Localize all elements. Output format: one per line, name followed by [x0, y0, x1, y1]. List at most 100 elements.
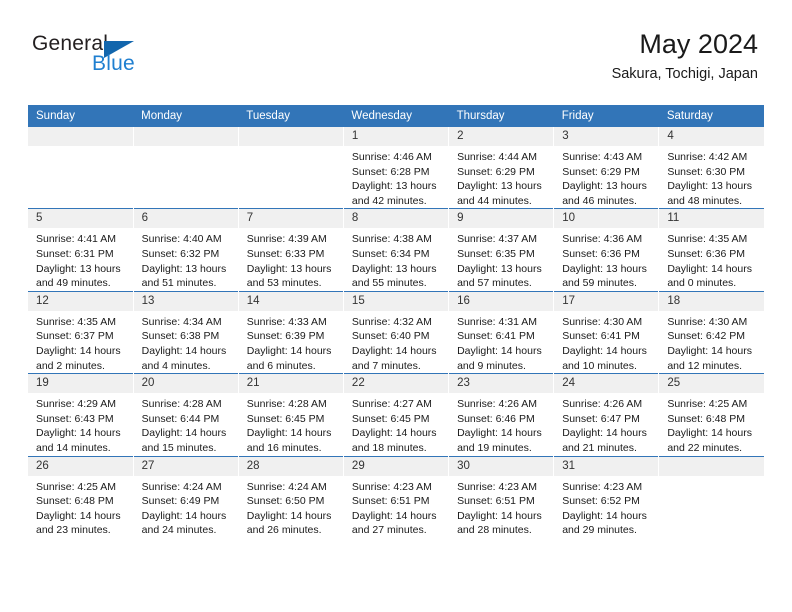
day-number: 10 — [554, 209, 659, 229]
day-cell[interactable]: 22 Sunrise: 4:27 AM Sunset: 6:45 PM Dayl… — [343, 373, 450, 456]
day-cell[interactable]: 14 Sunrise: 4:33 AM Sunset: 6:39 PM Dayl… — [238, 290, 344, 374]
day-number: 2 — [449, 127, 554, 146]
day-details: Sunrise: 4:23 AM Sunset: 6:51 PM Dayligh… — [351, 480, 437, 537]
day-cell[interactable]: 17 Sunrise: 4:30 AM Sunset: 6:41 PM Dayl… — [553, 290, 660, 374]
generalblue-logo: General Blue — [30, 32, 210, 88]
day-number — [133, 127, 238, 146]
day-details: Sunrise: 4:34 AM Sunset: 6:38 PM Dayligh… — [141, 315, 227, 372]
day-details: Sunrise: 4:32 AM Sunset: 6:40 PM Dayligh… — [351, 315, 437, 372]
day-details: Sunrise: 4:43 AM Sunset: 6:29 PM Dayligh… — [562, 151, 647, 207]
day-cell[interactable] — [658, 455, 764, 538]
day-cell[interactable]: 23 Sunrise: 4:26 AM Sunset: 6:46 PM Dayl… — [448, 373, 555, 456]
weekday-header-thursday: Thursday — [448, 105, 554, 127]
day-details — [134, 146, 238, 150]
day-details: Sunrise: 4:24 AM Sunset: 6:50 PM Dayligh… — [246, 480, 332, 537]
day-details: Sunrise: 4:23 AM Sunset: 6:51 PM Dayligh… — [457, 480, 542, 537]
day-details: Sunrise: 4:28 AM Sunset: 6:44 PM Dayligh… — [141, 398, 227, 454]
day-details: Sunrise: 4:39 AM Sunset: 6:33 PM Dayligh… — [246, 233, 332, 290]
day-number: 30 — [449, 456, 554, 476]
day-cell[interactable]: 6 Sunrise: 4:40 AM Sunset: 6:32 PM Dayli… — [133, 208, 239, 292]
day-cell[interactable]: 1 Sunrise: 4:46 AM Sunset: 6:28 PM Dayli… — [343, 127, 450, 209]
day-number: 25 — [659, 374, 764, 394]
day-cell[interactable]: 28 Sunrise: 4:24 AM Sunset: 6:50 PM Dayl… — [238, 455, 344, 538]
day-details: Sunrise: 4:25 AM Sunset: 6:48 PM Dayligh… — [36, 480, 121, 537]
day-details: Sunrise: 4:38 AM Sunset: 6:34 PM Dayligh… — [351, 233, 437, 290]
day-cell[interactable]: 26 Sunrise: 4:25 AM Sunset: 6:48 PM Dayl… — [28, 455, 134, 538]
day-cell[interactable]: 13 Sunrise: 4:34 AM Sunset: 6:38 PM Dayl… — [133, 290, 239, 374]
day-number: 31 — [554, 456, 659, 476]
day-number: 17 — [554, 291, 659, 311]
day-number: 13 — [133, 291, 238, 311]
day-number: 18 — [659, 291, 764, 311]
day-cell[interactable]: 20 Sunrise: 4:28 AM Sunset: 6:44 PM Dayl… — [133, 373, 239, 456]
day-number: 20 — [133, 374, 238, 394]
page-subtitle: Sakura, Tochigi, Japan — [611, 66, 758, 82]
day-details: Sunrise: 4:35 AM Sunset: 6:37 PM Dayligh… — [36, 315, 121, 372]
day-cell[interactable]: 31 Sunrise: 4:23 AM Sunset: 6:52 PM Dayl… — [553, 455, 660, 538]
day-number: 16 — [449, 291, 554, 311]
day-cell[interactable]: 19 Sunrise: 4:29 AM Sunset: 6:43 PM Dayl… — [28, 373, 134, 456]
day-cell[interactable]: 10 Sunrise: 4:36 AM Sunset: 6:36 PM Dayl… — [553, 208, 660, 292]
day-number: 27 — [133, 456, 238, 476]
day-cell[interactable]: 18 Sunrise: 4:30 AM Sunset: 6:42 PM Dayl… — [658, 290, 764, 374]
day-cell[interactable] — [133, 127, 239, 209]
page-title: May 2024 — [639, 29, 758, 59]
day-cell[interactable]: 4 Sunrise: 4:42 AM Sunset: 6:30 PM Dayli… — [659, 127, 764, 209]
day-details: Sunrise: 4:27 AM Sunset: 6:45 PM Dayligh… — [351, 398, 437, 454]
weekday-header-tuesday: Tuesday — [238, 105, 344, 127]
calendar-week-row: 26 Sunrise: 4:25 AM Sunset: 6:48 PM Dayl… — [28, 455, 764, 538]
day-number: 11 — [659, 209, 764, 229]
day-details: Sunrise: 4:28 AM Sunset: 6:45 PM Dayligh… — [246, 398, 332, 454]
day-cell[interactable]: 25 Sunrise: 4:25 AM Sunset: 6:48 PM Dayl… — [658, 373, 764, 456]
day-cell[interactable]: 21 Sunrise: 4:28 AM Sunset: 6:45 PM Dayl… — [238, 373, 344, 456]
day-cell[interactable]: 24 Sunrise: 4:26 AM Sunset: 6:47 PM Dayl… — [553, 373, 660, 456]
day-number: 22 — [343, 374, 449, 394]
day-details: Sunrise: 4:46 AM Sunset: 6:28 PM Dayligh… — [351, 151, 437, 207]
day-cell[interactable]: 15 Sunrise: 4:32 AM Sunset: 6:40 PM Dayl… — [343, 290, 450, 374]
day-number: 9 — [449, 209, 554, 229]
day-number: 3 — [554, 127, 659, 146]
calendar-week-row: 5 Sunrise: 4:41 AM Sunset: 6:31 PM Dayli… — [28, 208, 764, 292]
day-details: Sunrise: 4:25 AM Sunset: 6:48 PM Dayligh… — [667, 398, 752, 454]
day-number — [238, 127, 343, 146]
day-number: 7 — [238, 209, 343, 229]
day-details: Sunrise: 4:30 AM Sunset: 6:41 PM Dayligh… — [562, 315, 647, 372]
day-details: Sunrise: 4:31 AM Sunset: 6:41 PM Dayligh… — [457, 315, 542, 372]
day-number: 6 — [133, 209, 238, 229]
day-cell[interactable] — [238, 127, 344, 209]
day-cell[interactable]: 7 Sunrise: 4:39 AM Sunset: 6:33 PM Dayli… — [238, 208, 344, 292]
day-number: 21 — [238, 374, 343, 394]
day-cell[interactable]: 2 Sunrise: 4:44 AM Sunset: 6:29 PM Dayli… — [448, 127, 555, 209]
weekday-header-friday: Friday — [553, 105, 659, 127]
day-number: 26 — [28, 456, 133, 476]
day-cell[interactable]: 12 Sunrise: 4:35 AM Sunset: 6:37 PM Dayl… — [28, 290, 134, 374]
day-details: Sunrise: 4:37 AM Sunset: 6:35 PM Dayligh… — [457, 233, 542, 290]
day-cell[interactable]: 30 Sunrise: 4:23 AM Sunset: 6:51 PM Dayl… — [448, 455, 555, 538]
day-cell[interactable] — [28, 127, 134, 209]
day-number: 19 — [28, 374, 133, 394]
weekday-header-sunday: Sunday — [28, 105, 134, 127]
day-number: 15 — [343, 291, 449, 311]
day-cell[interactable]: 16 Sunrise: 4:31 AM Sunset: 6:41 PM Dayl… — [448, 290, 555, 374]
weekday-header-monday: Monday — [133, 105, 239, 127]
calendar-body: 1 Sunrise: 4:46 AM Sunset: 6:28 PM Dayli… — [28, 127, 764, 538]
day-cell[interactable]: 27 Sunrise: 4:24 AM Sunset: 6:49 PM Dayl… — [133, 455, 239, 538]
day-details: Sunrise: 4:36 AM Sunset: 6:36 PM Dayligh… — [562, 233, 647, 290]
weekday-header-saturday: Saturday — [658, 105, 764, 127]
day-number — [659, 456, 764, 476]
day-details: Sunrise: 4:29 AM Sunset: 6:43 PM Dayligh… — [36, 398, 121, 454]
day-details: Sunrise: 4:30 AM Sunset: 6:42 PM Dayligh… — [667, 315, 752, 372]
day-cell[interactable]: 5 Sunrise: 4:41 AM Sunset: 6:31 PM Dayli… — [28, 208, 134, 292]
day-cell[interactable]: 29 Sunrise: 4:23 AM Sunset: 6:51 PM Dayl… — [343, 455, 450, 538]
calendar-week-row: 19 Sunrise: 4:29 AM Sunset: 6:43 PM Dayl… — [28, 373, 764, 456]
calendar-week-row: 1 Sunrise: 4:46 AM Sunset: 6:28 PM Dayli… — [28, 127, 764, 209]
day-details — [659, 476, 764, 480]
title-block: May 2024 Sakura, Tochigi, Japan — [612, 28, 758, 84]
day-details: Sunrise: 4:40 AM Sunset: 6:32 PM Dayligh… — [141, 233, 227, 290]
day-cell[interactable]: 11 Sunrise: 4:35 AM Sunset: 6:36 PM Dayl… — [658, 208, 764, 292]
day-cell[interactable]: 3 Sunrise: 4:43 AM Sunset: 6:29 PM Dayli… — [553, 127, 660, 209]
day-cell[interactable]: 9 Sunrise: 4:37 AM Sunset: 6:35 PM Dayli… — [448, 208, 555, 292]
day-cell[interactable]: 8 Sunrise: 4:38 AM Sunset: 6:34 PM Dayli… — [343, 208, 450, 292]
weekday-header-wednesday: Wednesday — [343, 105, 449, 127]
calendar-table: Sunday Monday Tuesday Wednesday Thursday… — [28, 105, 764, 538]
